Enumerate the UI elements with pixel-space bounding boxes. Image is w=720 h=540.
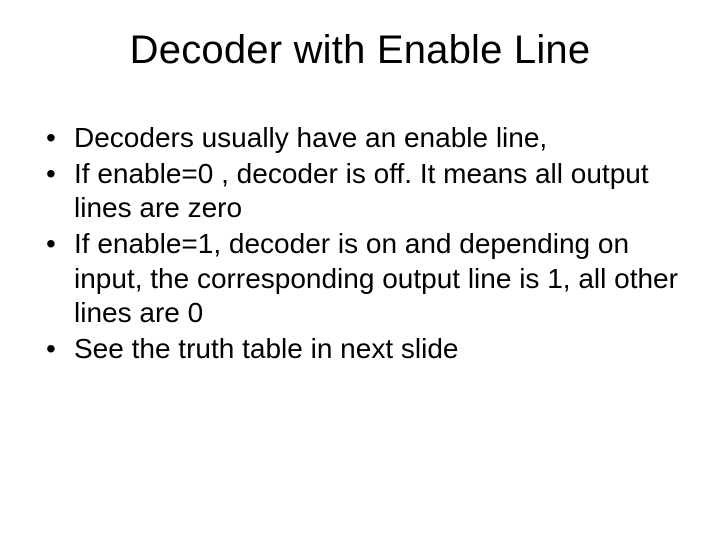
list-item: Decoders usually have an enable line, bbox=[46, 121, 684, 155]
list-item: If enable=1, decoder is on and depending… bbox=[46, 227, 684, 329]
list-item: See the truth table in next slide bbox=[46, 332, 684, 366]
bullet-list: Decoders usually have an enable line, If… bbox=[36, 121, 684, 366]
list-item: If enable=0 , decoder is off. It means a… bbox=[46, 157, 684, 225]
slide-title: Decoder with Enable Line bbox=[36, 28, 684, 73]
